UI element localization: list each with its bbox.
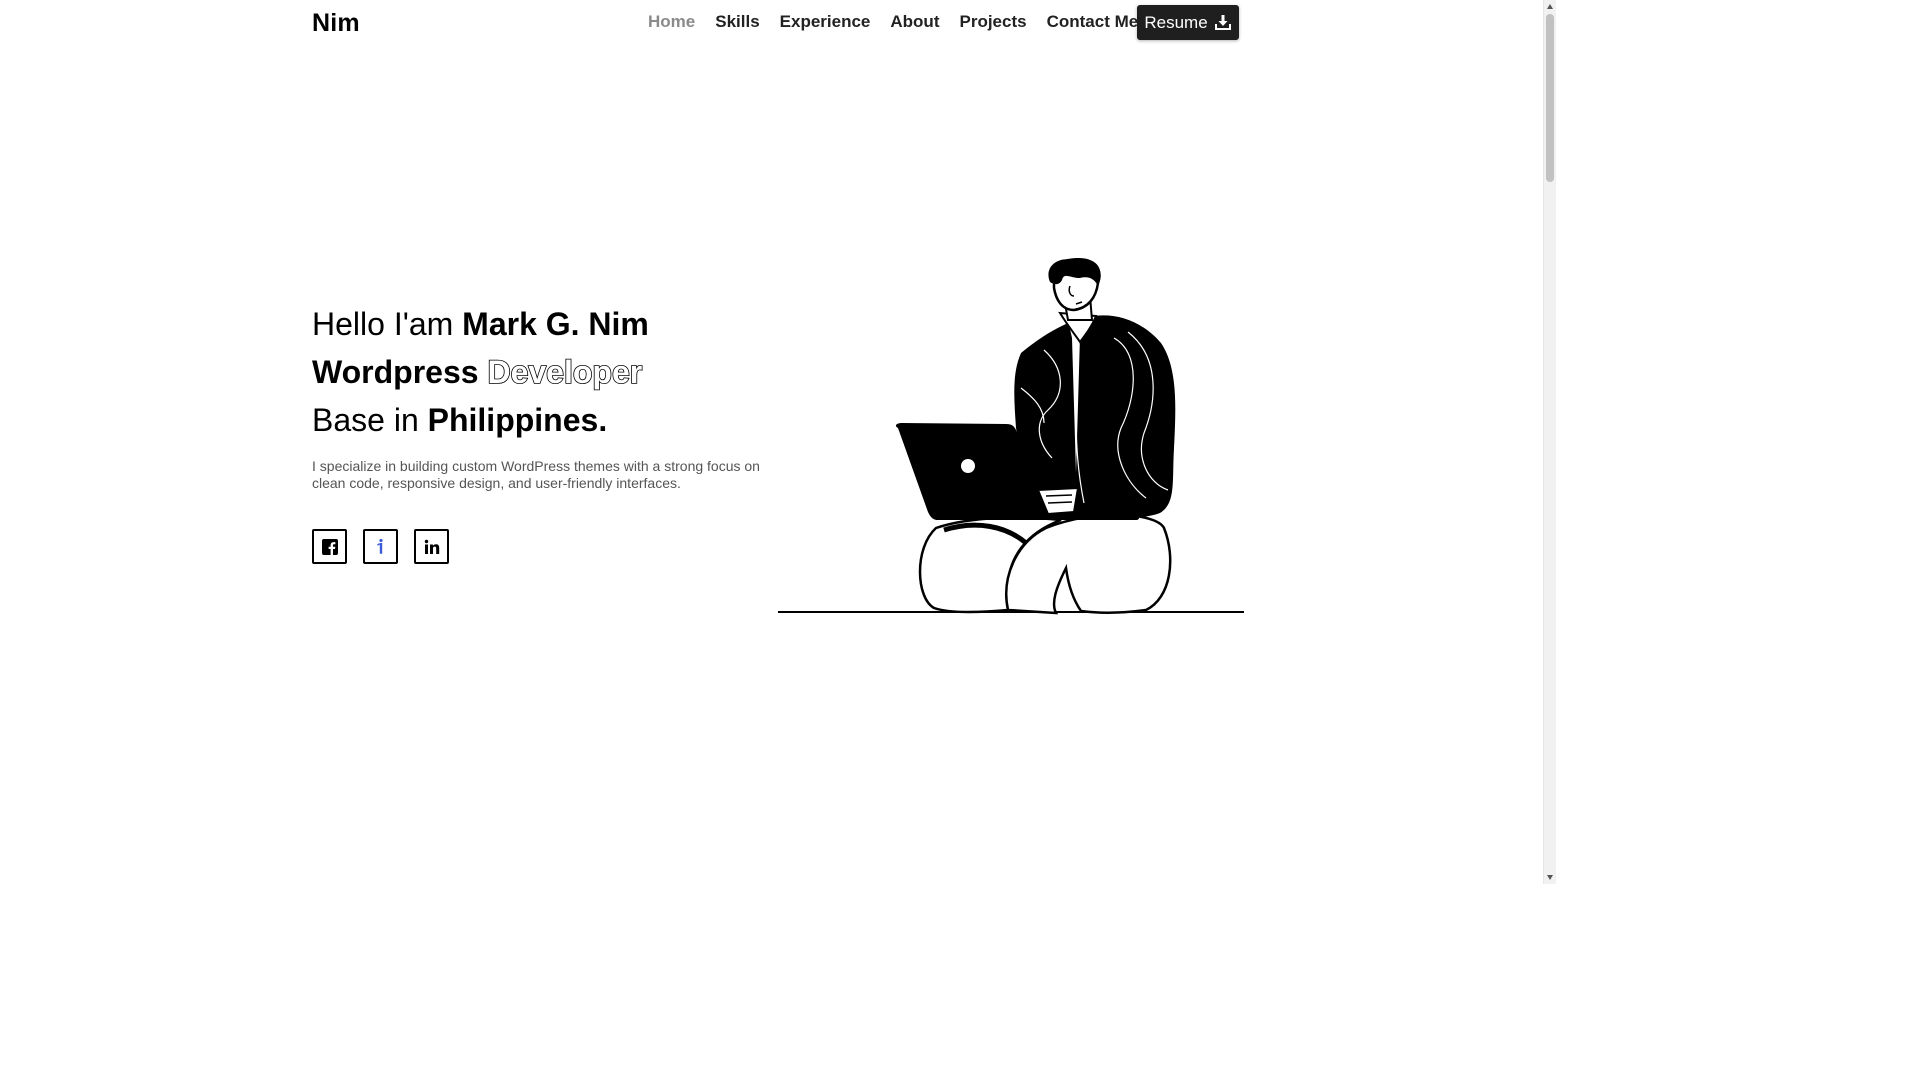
person-with-laptop-illustration xyxy=(778,258,1244,615)
hero-line-3: Base in Philippines. xyxy=(312,396,782,444)
linkedin-icon xyxy=(424,539,439,554)
page: Nim Home Skills Experience About Project… xyxy=(0,0,1556,884)
nav-home[interactable]: Home xyxy=(648,12,695,32)
hero-greeting: Hello I'am xyxy=(312,306,463,342)
nav-experience[interactable]: Experience xyxy=(780,12,871,32)
download-icon xyxy=(1214,14,1231,30)
hero-role: Wordpress xyxy=(312,354,488,390)
hero-country: Philippines. xyxy=(427,402,608,438)
linkedin-link[interactable] xyxy=(414,529,449,564)
hero-description: I specialize in building custom WordPres… xyxy=(312,458,760,491)
info-link[interactable] xyxy=(363,529,398,564)
main-nav: Home Skills Experience About Projects Co… xyxy=(648,12,1158,32)
hero-line-1: Hello I'am Mark G. Nim xyxy=(312,300,782,348)
hero-line-2: Wordpress Developer xyxy=(312,348,782,396)
vertical-scrollbar[interactable] xyxy=(1543,0,1556,884)
resume-button[interactable]: Resume xyxy=(1137,5,1239,40)
hero-name: Mark G. Nim xyxy=(462,306,649,342)
hero-text: Hello I'am Mark G. Nim Wordpress Develop… xyxy=(312,300,782,506)
hero-base: Base in xyxy=(312,402,428,438)
hero-role-outline: Developer xyxy=(487,353,643,391)
social-links xyxy=(312,529,449,564)
resume-label: Resume xyxy=(1144,12,1208,32)
nav-about[interactable]: About xyxy=(890,12,939,32)
nav-skills[interactable]: Skills xyxy=(715,12,759,32)
scroll-thumb[interactable] xyxy=(1546,14,1554,182)
nav-contact-me[interactable]: Contact Me xyxy=(1047,12,1139,32)
info-icon xyxy=(376,538,383,554)
facebook-icon xyxy=(321,538,338,555)
site-logo[interactable]: Nim xyxy=(312,9,360,38)
site-header: Nim Home Skills Experience About Project… xyxy=(0,0,1556,46)
scroll-up-icon[interactable] xyxy=(1547,4,1553,9)
scroll-down-icon[interactable] xyxy=(1547,875,1553,880)
nav-projects[interactable]: Projects xyxy=(959,12,1026,32)
facebook-link[interactable] xyxy=(312,529,347,564)
